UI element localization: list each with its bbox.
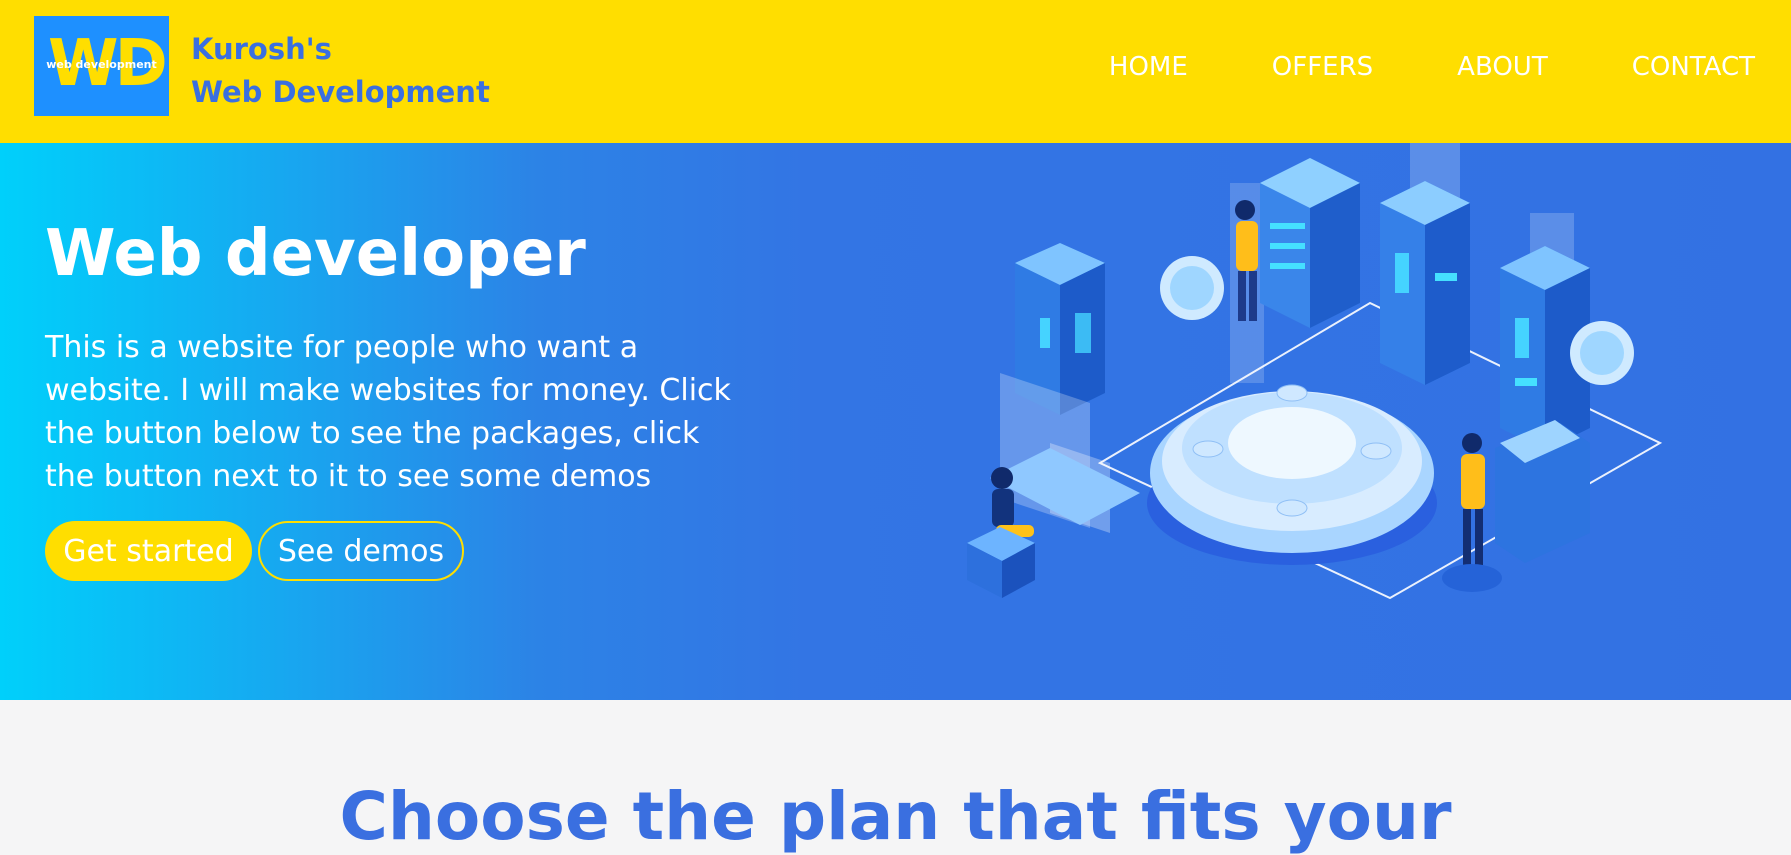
- hero-title: Web developer: [45, 217, 586, 291]
- nav-offers[interactable]: OFFERS: [1272, 52, 1373, 82]
- get-started-button[interactable]: Get started: [45, 521, 252, 581]
- nav-contact[interactable]: CONTACT: [1632, 52, 1755, 82]
- hero-description: This is a website for people who want a …: [45, 330, 731, 494]
- plans-heading: Choose the plan that fits your: [339, 778, 1452, 855]
- server-illustration: [967, 143, 1663, 600]
- see-demos-button[interactable]: See demos: [258, 521, 464, 581]
- brand-line-1: Kurosh's: [191, 32, 332, 66]
- main-nav: HOME OFFERS ABOUT CONTACT: [1025, 52, 1755, 82]
- logo[interactable]: WD web development: [34, 16, 169, 116]
- brand-line-2: Web Development: [191, 75, 490, 109]
- brand-name[interactable]: Kurosh's Web Development: [191, 28, 490, 114]
- logo-subtext: web development: [46, 58, 157, 71]
- nav-home[interactable]: HOME: [1109, 52, 1188, 82]
- site-header: WD web development Kurosh's Web Developm…: [0, 0, 1791, 143]
- nav-about[interactable]: ABOUT: [1457, 52, 1548, 82]
